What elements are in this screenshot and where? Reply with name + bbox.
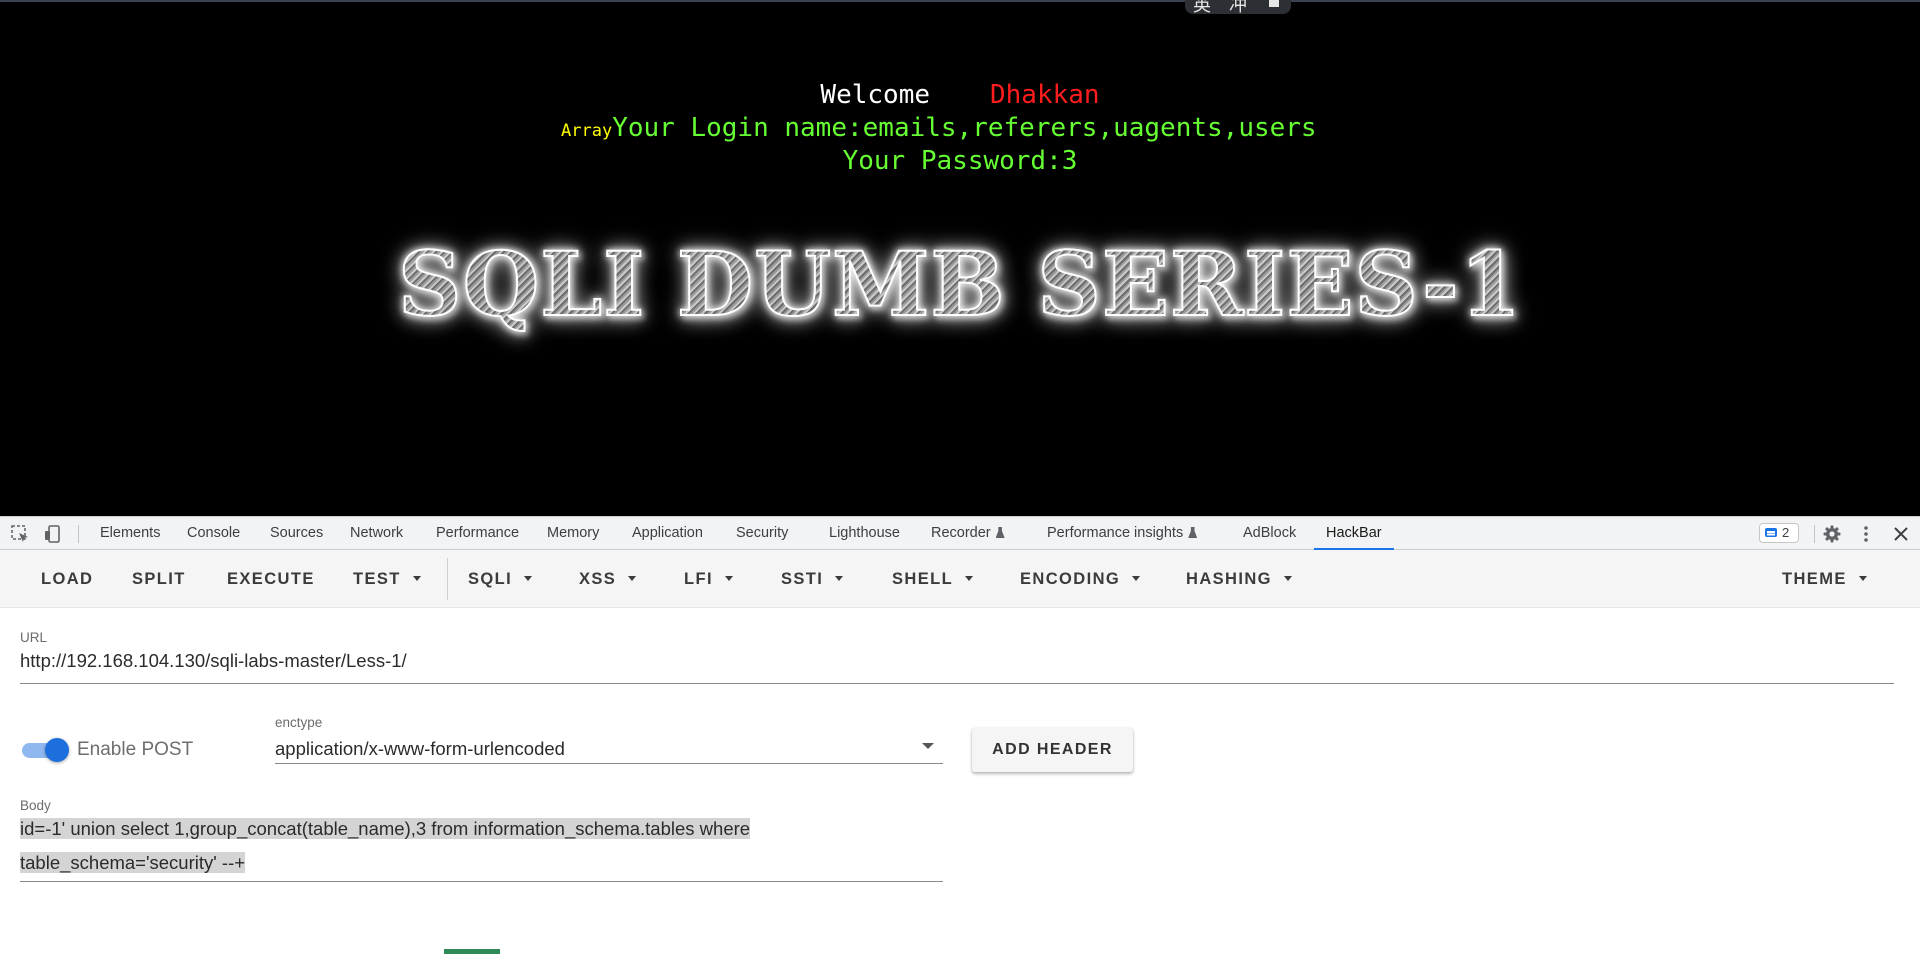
url-label: URL	[20, 630, 48, 645]
tab-lighthouse[interactable]: Lighthouse	[829, 517, 900, 549]
chevron-down-icon	[1132, 576, 1141, 581]
settings-gear-icon[interactable]	[1822, 524, 1842, 544]
issues-badge[interactable]: 2	[1759, 523, 1799, 543]
tab-performance[interactable]: Performance	[436, 517, 519, 549]
toggle-knob	[45, 738, 69, 762]
ime-mode-glyph: 英	[1193, 0, 1211, 16]
window-top-border	[0, 0, 1920, 2]
encoding-menu[interactable]: ENCODING	[1020, 550, 1141, 608]
test-menu[interactable]: TEST	[353, 550, 421, 608]
load-button[interactable]: LOAD	[41, 550, 93, 608]
xss-menu-label: XSS	[579, 570, 617, 588]
close-icon[interactable]	[1891, 524, 1911, 544]
hashing-menu-label: HASHING	[1186, 570, 1272, 588]
enctype-underline	[275, 763, 943, 764]
chevron-down-icon	[724, 576, 733, 581]
tab-console[interactable]: Console	[187, 517, 240, 549]
tab-security[interactable]: Security	[736, 517, 788, 549]
inspect-element-icon[interactable]	[10, 524, 30, 544]
execute-button[interactable]: EXECUTE	[227, 550, 315, 608]
ssti-menu-label: SSTI	[781, 570, 824, 588]
password-line: Your Password:3	[842, 146, 1078, 176]
body-underline	[20, 881, 943, 882]
tab-network[interactable]: Network	[350, 517, 403, 549]
welcome-text: Welcome	[820, 80, 930, 110]
login-name-text: Your Login name:emails,referers,uagents,…	[612, 113, 1317, 143]
tab-application[interactable]: Application	[632, 517, 703, 549]
body-line-2: table_schema='security' --+	[20, 852, 246, 873]
bottom-accent	[444, 949, 500, 954]
enctype-label: enctype	[275, 715, 323, 730]
chevron-down-icon	[965, 576, 974, 581]
theme-menu-label: THEME	[1782, 570, 1847, 588]
experiment-flask-icon	[1188, 527, 1198, 538]
login-name-line: ArrayYour Login name:emails,referers,uag…	[561, 111, 1317, 148]
enable-post-label: Enable POST	[77, 739, 194, 760]
body-label: Body	[20, 798, 51, 813]
ime-layout-glyph: 冲	[1229, 0, 1247, 16]
chevron-down-icon	[1283, 576, 1292, 581]
enable-post-toggle[interactable]	[20, 738, 70, 762]
experiment-flask-icon	[995, 527, 1005, 538]
tab-hackbar[interactable]: HackBar	[1314, 517, 1394, 550]
tab-recorder-label: Recorder	[931, 525, 991, 541]
chevron-down-icon	[835, 576, 844, 581]
ime-indicator[interactable]: 英 冲	[1185, 0, 1291, 16]
ime-square-icon	[1269, 0, 1279, 7]
url-input[interactable]: http://192.168.104.130/sqli-labs-master/…	[20, 650, 407, 672]
array-prefix: Array	[561, 121, 613, 141]
page-banner: SQLI DUMB SERIES-1	[0, 233, 1920, 335]
chevron-down-icon	[524, 576, 533, 581]
tab-memory[interactable]: Memory	[547, 517, 599, 549]
theme-menu[interactable]: THEME	[1782, 550, 1867, 608]
tab-adblock[interactable]: AdBlock	[1243, 517, 1296, 549]
welcome-line: Welcome Dhakkan	[0, 78, 1920, 112]
split-button[interactable]: SPLIT	[132, 550, 186, 608]
lfi-menu[interactable]: LFI	[684, 550, 733, 608]
xss-menu[interactable]: XSS	[579, 550, 637, 608]
chevron-down-icon	[628, 576, 637, 581]
body-textarea[interactable]: id=-1' union select 1,group_concat(table…	[20, 812, 943, 880]
enctype-select[interactable]: application/x-www-form-urlencoded	[275, 738, 565, 760]
chevron-down-icon[interactable]	[922, 743, 934, 749]
issues-icon	[1765, 528, 1777, 537]
more-options-icon[interactable]	[1856, 524, 1876, 544]
lfi-menu-label: LFI	[684, 570, 713, 588]
shell-menu[interactable]: SHELL	[892, 550, 974, 608]
shell-menu-label: SHELL	[892, 570, 954, 588]
issues-count: 2	[1782, 525, 1790, 540]
tab-elements[interactable]: Elements	[100, 517, 160, 549]
body-line-1: id=-1' union select 1,group_concat(table…	[20, 818, 751, 839]
page-viewport: 英 冲 Welcome Dhakkan ArrayYour Login name:…	[0, 0, 1920, 516]
device-toolbar-icon[interactable]	[43, 524, 63, 544]
chevron-down-icon	[412, 576, 421, 581]
tab-performance-insights[interactable]: Performance insights	[1047, 517, 1198, 549]
test-menu-label: TEST	[353, 570, 401, 588]
tab-sources[interactable]: Sources	[270, 517, 323, 549]
add-header-button[interactable]: ADD HEADER	[972, 728, 1133, 772]
user-name: Dhakkan	[990, 80, 1100, 110]
chevron-down-icon	[1858, 576, 1867, 581]
sqli-menu[interactable]: SQLI	[468, 550, 533, 608]
hackbar-toolbar: LOAD SPLIT EXECUTE TEST SQLI XSS LFI SST…	[0, 550, 1920, 608]
sqli-menu-label: SQLI	[468, 570, 513, 588]
tab-recorder[interactable]: Recorder	[931, 517, 1005, 549]
ssti-menu[interactable]: SSTI	[781, 550, 844, 608]
devtools-tab-strip: Elements Console Sources Network Perform…	[0, 516, 1920, 550]
hashing-menu[interactable]: HASHING	[1186, 550, 1292, 608]
tab-performance-insights-label: Performance insights	[1047, 525, 1184, 541]
encoding-menu-label: ENCODING	[1020, 570, 1121, 588]
url-underline	[20, 683, 1894, 684]
